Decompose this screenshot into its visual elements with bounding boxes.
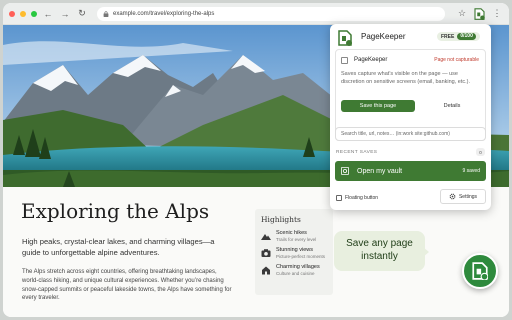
vault-count: 9 saved xyxy=(462,168,480,174)
highlight-name: Charming villages xyxy=(276,264,320,270)
url-text: example.com/travel/exploring-the-alps xyxy=(113,10,215,17)
address-bar[interactable]: example.com/travel/exploring-the-alps xyxy=(97,6,445,21)
mountain-icon xyxy=(261,234,271,240)
settings-button[interactable]: Settings xyxy=(440,189,486,204)
plan-label: FREE xyxy=(441,33,455,40)
vault-label: Open my vault xyxy=(357,167,403,175)
maximize-window-button[interactable] xyxy=(31,10,37,17)
pagekeeper-popup: PageKeeper FREE 0/100 PageKeeper Page no… xyxy=(330,24,491,210)
page-select-checkbox[interactable] xyxy=(341,57,348,64)
minimize-window-button[interactable] xyxy=(20,10,26,17)
highlight-desc: Picture-perfect moments xyxy=(276,254,326,259)
star-icon[interactable]: ☆ xyxy=(456,8,468,20)
more-menu-icon[interactable]: ⋮ xyxy=(491,8,503,20)
pagekeeper-extension-icon[interactable] xyxy=(473,7,486,20)
browser-toolbar: ← → ↻ example.com/travel/exploring-the-a… xyxy=(3,3,509,25)
back-arrow-icon[interactable]: ← xyxy=(42,8,54,20)
article-subtitle: High peaks, crystal-clear lakes, and cha… xyxy=(22,237,215,257)
close-window-button[interactable] xyxy=(9,10,15,17)
article-body: The Alps stretch across eight countries,… xyxy=(22,269,232,302)
camera-icon xyxy=(261,249,271,257)
highlights-title: Highlights xyxy=(261,215,301,224)
recent-saves-label: RECENT SAVES xyxy=(336,150,378,155)
recent-saves-count: 0 xyxy=(476,148,485,156)
capture-warning-text: Saves capture what’s visible on the page… xyxy=(341,71,471,85)
highlight-desc: Trails for every level xyxy=(276,237,317,242)
plan-badge: FREE 0/100 xyxy=(437,32,480,41)
highlight-name: Stunning views xyxy=(276,247,313,253)
card-title: PageKeeper xyxy=(354,57,388,63)
highlight-item: Stunning views Picture-perfect moments xyxy=(261,247,327,259)
floating-button-checkbox[interactable] xyxy=(336,195,342,201)
article-title: Exploring the Alps xyxy=(21,199,210,223)
settings-label: Settings xyxy=(458,193,478,200)
save-page-button[interactable]: Save this page xyxy=(341,100,415,112)
pagekeeper-save-icon xyxy=(472,262,488,280)
usage-count: 0/100 xyxy=(457,33,476,40)
open-vault-button[interactable]: Open my vault 9 saved xyxy=(335,161,486,181)
saves-search-input[interactable]: Search title, url, notes… (in:work site:… xyxy=(335,127,486,141)
highlight-name: Scenic hikes xyxy=(276,230,307,236)
forward-arrow-icon[interactable]: → xyxy=(59,8,71,20)
floating-save-button[interactable] xyxy=(462,253,498,289)
house-icon xyxy=(262,266,270,275)
gear-icon xyxy=(449,193,456,200)
details-button[interactable]: Details xyxy=(426,100,478,112)
highlight-desc: Culture and cuisine xyxy=(276,271,315,276)
tooltip-arrow xyxy=(423,247,429,257)
reload-icon[interactable]: ↻ xyxy=(76,8,88,20)
floating-button-label: Floating button xyxy=(345,195,379,201)
highlight-item: Scenic hikes Trails for every level xyxy=(261,230,327,242)
tooltip-line-1: Save any page xyxy=(346,238,413,249)
vault-icon xyxy=(341,167,349,175)
tooltip-line-2: instantly xyxy=(361,251,398,262)
capture-status: Page not capturable xyxy=(434,57,479,63)
highlights-box: Highlights Scenic hikes Trails for every… xyxy=(255,209,333,295)
popup-app-name: PageKeeper xyxy=(361,32,406,41)
site-info-icon[interactable] xyxy=(103,10,109,17)
pagekeeper-logo-icon xyxy=(338,30,352,46)
highlight-item: Charming villages Culture and cuisine xyxy=(261,264,327,276)
save-tooltip: Save any page instantly xyxy=(334,231,425,271)
